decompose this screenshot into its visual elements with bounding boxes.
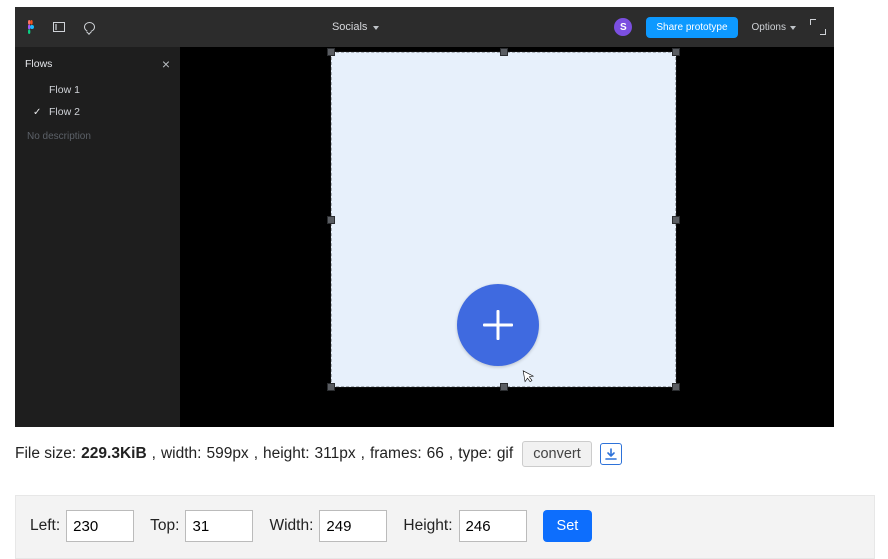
chevron-down-icon	[373, 26, 379, 30]
options-menu[interactable]: Options	[752, 22, 796, 33]
set-button[interactable]: Set	[543, 510, 593, 542]
resize-handle-top-right[interactable]	[672, 48, 680, 56]
close-icon[interactable]: ×	[162, 57, 170, 71]
height-label: height:	[263, 445, 310, 463]
height-label-crop: Height:	[403, 517, 452, 535]
resize-handle-bottom-right[interactable]	[672, 383, 680, 391]
options-label: Options	[752, 22, 786, 33]
comma: ,	[152, 445, 156, 463]
filesize-label: File size:	[15, 445, 76, 463]
download-button[interactable]	[600, 443, 622, 465]
check-icon: ✓	[33, 107, 43, 118]
resize-handle-left-center[interactable]	[327, 216, 335, 224]
fab-add-button[interactable]	[457, 284, 539, 366]
chevron-down-icon	[790, 26, 796, 30]
flow-label: Flow 2	[49, 106, 80, 118]
comma: ,	[254, 445, 258, 463]
top-label: Top:	[150, 517, 179, 535]
share-prototype-button[interactable]: Share prototype	[646, 17, 737, 38]
flows-panel: Flows × Flow 1 ✓ Flow 2 No description	[15, 47, 180, 427]
filesize-value: 229.3KiB	[81, 445, 146, 463]
type-value: gif	[497, 445, 513, 463]
width-label: width:	[161, 445, 202, 463]
plus-icon	[483, 310, 513, 340]
selection-frame[interactable]	[331, 52, 676, 387]
prototype-canvas[interactable]	[180, 47, 834, 427]
resize-handle-bottom-center[interactable]	[500, 383, 508, 391]
resize-handle-bottom-left[interactable]	[327, 383, 335, 391]
flow-item[interactable]: ✓ Flow 2	[25, 101, 172, 123]
height-input[interactable]	[459, 510, 527, 542]
left-input[interactable]	[66, 510, 134, 542]
flow-item[interactable]: Flow 1	[25, 79, 172, 101]
comma: ,	[361, 445, 365, 463]
comma: ,	[449, 445, 453, 463]
type-label: type:	[458, 445, 492, 463]
figma-logo	[23, 20, 37, 34]
file-title: Socials	[332, 21, 367, 33]
width-label-crop: Width:	[269, 517, 313, 535]
resize-handle-top-center[interactable]	[500, 48, 508, 56]
resize-handle-top-left[interactable]	[327, 48, 335, 56]
convert-button[interactable]: convert	[522, 441, 592, 467]
resize-handle-right-center[interactable]	[672, 216, 680, 224]
crop-controls: Left: Top: Width: Height: Set	[15, 495, 875, 559]
sidebar-toggle-icon[interactable]	[51, 19, 67, 35]
avatar[interactable]: S	[614, 18, 632, 36]
flow-label: Flow 1	[49, 84, 80, 96]
enter-fullscreen-icon[interactable]	[810, 19, 826, 35]
left-label: Left:	[30, 517, 60, 535]
app-screenshot: Socials S Share prototype Options Flows …	[15, 7, 834, 427]
flows-heading: Flows	[25, 58, 52, 70]
toolbar: Socials S Share prototype Options	[15, 7, 834, 47]
top-input[interactable]	[185, 510, 253, 542]
height-value: 311px	[315, 445, 356, 463]
file-title-dropdown[interactable]: Socials	[111, 21, 600, 33]
no-description-label: No description	[25, 123, 172, 142]
comments-icon[interactable]	[81, 19, 97, 35]
frames-value: 66	[427, 445, 444, 463]
file-info-line: File size: 229.3KiB, width: 599px, heigh…	[15, 441, 888, 467]
width-input[interactable]	[319, 510, 387, 542]
flows-header: Flows ×	[25, 53, 172, 79]
frames-label: frames:	[370, 445, 422, 463]
width-value: 599px	[206, 445, 248, 463]
